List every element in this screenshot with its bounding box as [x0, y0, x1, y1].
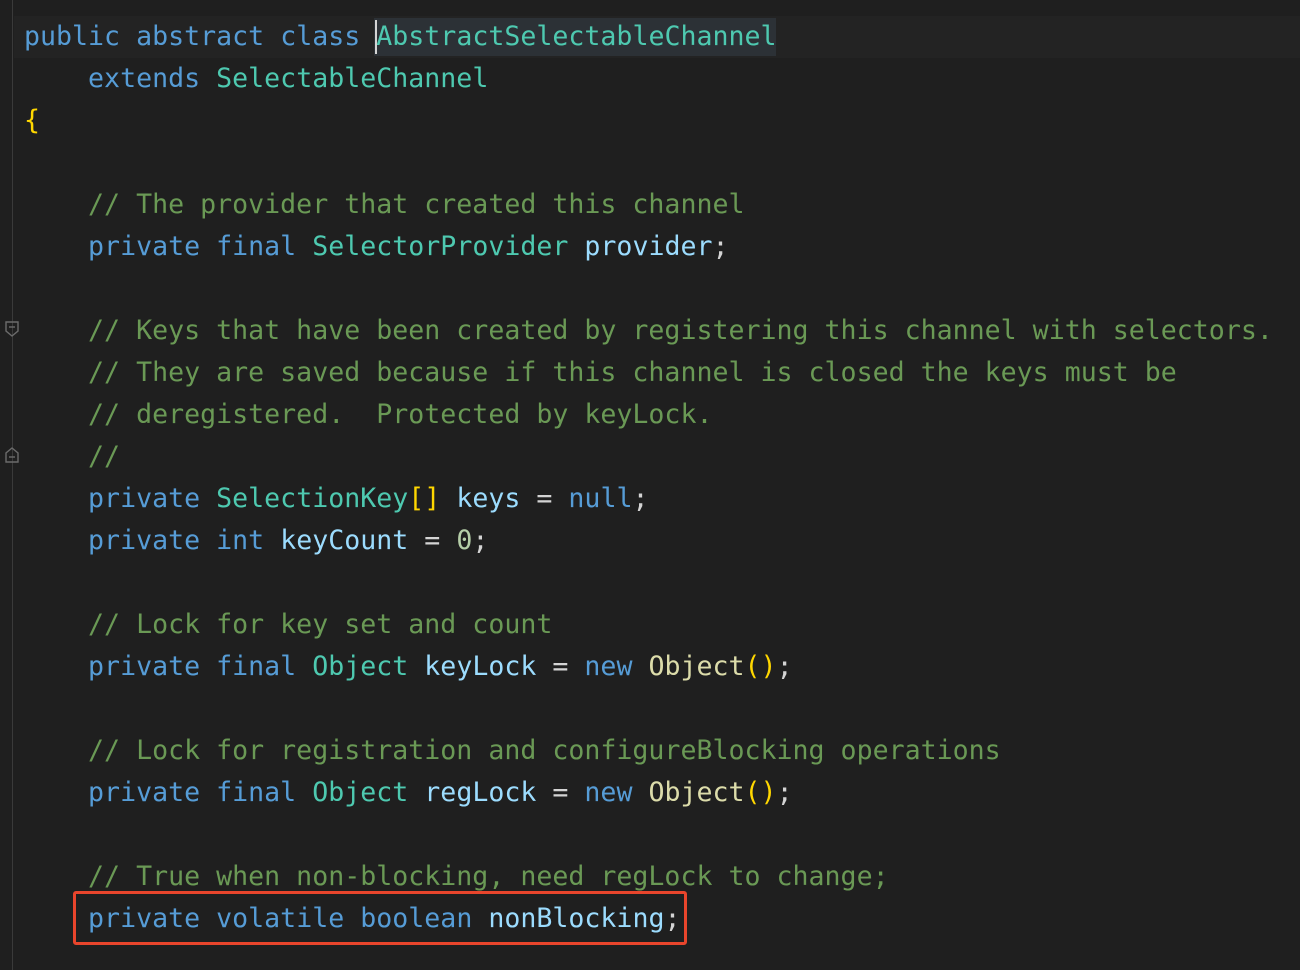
code-token-kw: new: [584, 651, 649, 682]
code-line[interactable]: [24, 562, 1273, 604]
code-editor[interactable]: public abstract class AbstractSelectable…: [0, 0, 1300, 970]
code-token-plain: ;: [472, 525, 489, 556]
code-token-kw: final: [216, 231, 313, 262]
code-line[interactable]: [24, 688, 1273, 730]
code-token-kw: private: [88, 483, 217, 514]
code-token-kw: private: [88, 777, 217, 808]
code-token-var: provider: [584, 231, 713, 262]
code-line[interactable]: [24, 268, 1273, 310]
code-line[interactable]: private final Object regLock = new Objec…: [24, 772, 1273, 814]
code-line[interactable]: // They are saved because if this channe…: [24, 352, 1273, 394]
code-token-br: {: [24, 105, 41, 136]
code-line[interactable]: // Lock for registration and configureBl…: [24, 730, 1273, 772]
code-line[interactable]: private final SelectorProvider provider;: [24, 226, 1273, 268]
code-token-cm: // The provider that created this channe…: [88, 189, 745, 220]
code-token-type: SelectableChannel: [216, 63, 489, 94]
code-token-cm: // True when non-blocking, need regLock …: [88, 861, 889, 892]
code-token-kw: public: [24, 21, 137, 52]
code-token-num: 0: [456, 525, 473, 556]
code-line[interactable]: // deregistered. Protected by keyLock.: [24, 394, 1273, 436]
code-token-type: SelectionKey: [216, 483, 409, 514]
code-token-type: Object: [312, 777, 425, 808]
fold-marker-icon[interactable]: [4, 320, 20, 338]
code-token-kw: private: [88, 231, 217, 262]
code-token-br: (): [744, 777, 777, 808]
code-line[interactable]: // Lock for key set and count: [24, 604, 1273, 646]
code-token-cm: // They are saved because if this channe…: [88, 357, 1177, 388]
code-token-cm: //: [88, 441, 121, 472]
code-line[interactable]: // The provider that created this channe…: [24, 184, 1273, 226]
code-token-fn: Object: [648, 777, 745, 808]
code-token-plain: ;: [776, 651, 793, 682]
code-token-cm: // deregistered. Protected by keyLock.: [88, 399, 713, 430]
annotation-highlight-box: [73, 891, 687, 945]
code-token-plain: ;: [632, 483, 649, 514]
code-token-plain: =: [536, 777, 585, 808]
code-token-plain: ;: [712, 231, 729, 262]
code-token-fn: Object: [648, 651, 745, 682]
code-token-kw: private: [88, 525, 217, 556]
code-token-kw: final: [216, 777, 313, 808]
code-line[interactable]: private final Object keyLock = new Objec…: [24, 646, 1273, 688]
code-token-plain: =: [408, 525, 457, 556]
code-token-br: []: [408, 483, 441, 514]
code-line[interactable]: private int keyCount = 0;: [24, 520, 1273, 562]
fold-marker-icon[interactable]: [4, 446, 20, 464]
code-line[interactable]: // Keys that have been created by regist…: [24, 310, 1273, 352]
code-token-kw: abstract: [136, 21, 281, 52]
code-token-kw: extends: [88, 63, 217, 94]
code-text[interactable]: public abstract class AbstractSelectable…: [24, 16, 1273, 940]
code-token-kw: null: [568, 483, 633, 514]
code-line[interactable]: extends SelectableChannel: [24, 58, 1273, 100]
code-token-var: keyLock: [424, 651, 537, 682]
code-token-var: keys: [456, 483, 521, 514]
code-token-kw: final: [216, 651, 313, 682]
code-token-plain: =: [520, 483, 569, 514]
code-token-cm: // Keys that have been created by regist…: [88, 315, 1273, 346]
code-line[interactable]: private SelectionKey[] keys = null;: [24, 478, 1273, 520]
code-token-type: Object: [312, 651, 425, 682]
code-line[interactable]: public abstract class AbstractSelectable…: [24, 16, 1273, 58]
code-token-type: SelectorProvider: [312, 231, 585, 262]
code-token-plain: ;: [776, 777, 793, 808]
code-token-plain: =: [536, 651, 585, 682]
code-line[interactable]: [24, 814, 1273, 856]
code-line[interactable]: [24, 142, 1273, 184]
code-token-kw: class: [280, 21, 377, 52]
code-token-cm: // Lock for key set and count: [88, 609, 553, 640]
code-token-var: regLock: [424, 777, 537, 808]
code-token-cm: // Lock for registration and configureBl…: [88, 735, 1001, 766]
code-line[interactable]: {: [24, 100, 1273, 142]
code-token-br: (): [744, 651, 777, 682]
text-cursor: [375, 20, 377, 54]
gutter-guide: [12, 0, 13, 970]
code-line[interactable]: //: [24, 436, 1273, 478]
code-token-kw: int: [216, 525, 281, 556]
code-token-var: keyCount: [280, 525, 409, 556]
code-token-kw: private: [88, 651, 217, 682]
code-token-type: AbstractSelectableChannel: [376, 21, 777, 52]
code-token-kw: new: [584, 777, 649, 808]
